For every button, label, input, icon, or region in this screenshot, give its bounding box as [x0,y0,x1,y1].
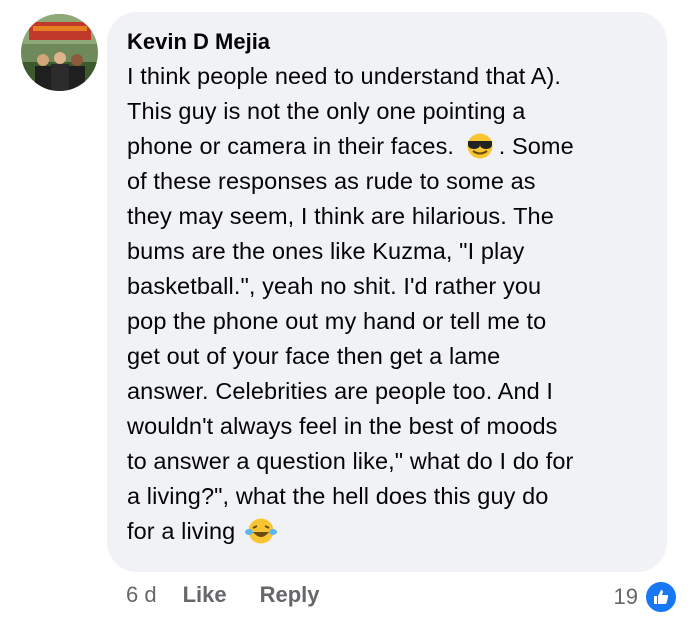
comment-line: wouldn't always feel in the best of mood… [127,413,558,439]
comment-line: phone or camera in their faces. [127,133,461,159]
like-button[interactable]: Like [183,582,227,608]
comment-bubble: Kevin D Mejia I think people need to und… [107,12,667,572]
comment-line: . Some [498,133,574,159]
sunglasses-emoji-icon [463,133,497,159]
comment-line: a living?", what the hell does this guy … [127,483,549,509]
comment-line: for a living [127,518,242,544]
comment-line: get out of your face then get a lame [127,343,501,369]
reaction-summary[interactable]: 19 [614,580,678,614]
comment-line: I think people need to understand that A… [127,63,562,89]
comment-line: answer. Celebrities are people too. And … [127,378,554,404]
comment-line: pop the phone out my hand or tell me to [127,308,547,334]
comment-line: of these responses as rude to some as [127,168,536,194]
reply-button[interactable]: Reply [260,582,320,608]
comment-line: This guy is not the only one pointing a [127,98,526,124]
comment-line: basketball.", yeah no shit. I'd rather y… [127,273,542,299]
comment-author[interactable]: Kevin D Mejia [127,29,647,55]
thumbs-up-icon [644,580,678,614]
avatar-image [21,14,98,91]
comment-line: they may seem, I think are hilarious. Th… [127,203,554,229]
comment-actions: 6 d Like Reply [126,582,320,608]
comment-line: bums are the ones like Kuzma, "I play [127,238,525,264]
comment-timestamp[interactable]: 6 d [126,582,157,608]
comment-line: to answer a question like," what do I do… [127,448,574,474]
comment-text: I think people need to understand that A… [127,59,647,549]
avatar[interactable] [21,14,98,91]
reaction-count: 19 [613,584,638,609]
laughing-tears-emoji-icon [244,518,278,544]
